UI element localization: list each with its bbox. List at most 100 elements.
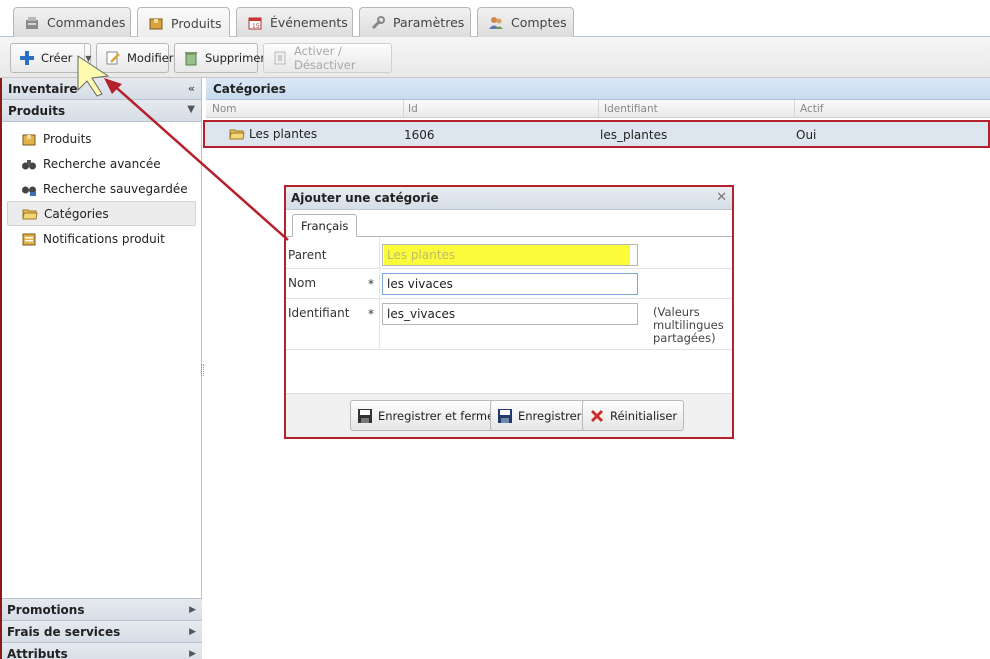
multilingual-note: (Valeurs multilingues partagées) [653, 305, 724, 345]
grid-header: Nom Id Identifiant Actif [206, 100, 990, 118]
users-icon [488, 15, 504, 31]
triangle-right-icon: ▶ [189, 626, 196, 637]
saved-search-icon [21, 181, 37, 197]
identifier-label: Identifiant [288, 306, 350, 320]
sidebar-item-produits[interactable]: Produits [7, 126, 196, 151]
sidebar-item-recherche-sauvegardee[interactable]: Recherche sauvegardée [7, 176, 196, 201]
close-icon[interactable]: ✕ [716, 190, 727, 205]
identifier-field[interactable]: les_vivaces [382, 303, 638, 325]
triangle-down-icon[interactable]: ▼ [187, 104, 195, 115]
cell-identifier: les_plantes [600, 128, 668, 142]
save-button[interactable]: Enregistrer [490, 400, 589, 431]
language-tabs: Français [286, 210, 732, 237]
column-header-id[interactable]: Id [408, 103, 418, 115]
cash-register-icon [24, 15, 40, 31]
name-row: Nom * les vivaces [286, 269, 732, 299]
parent-field: Les plantes [382, 244, 638, 266]
save-close-label: Enregistrer et fermer [378, 408, 499, 423]
tab-francais[interactable]: Français [292, 214, 358, 237]
box-icon [148, 15, 164, 31]
column-header-identifiant[interactable]: Identifiant [604, 103, 658, 115]
dialog-title-bar: Ajouter une catégorie ✕ [286, 187, 732, 210]
splitter-handle[interactable] [201, 364, 204, 376]
sidebar-section-frais[interactable]: Frais de services ▶ [2, 620, 202, 642]
sidebar-item-label: Catégories [44, 206, 109, 221]
products-section-header[interactable]: Produits ▼ [2, 100, 201, 122]
required-mark: * [368, 277, 374, 291]
save-icon [357, 408, 373, 424]
save-close-button[interactable]: Enregistrer et fermer [350, 400, 506, 431]
tab-commandes[interactable]: Commandes [13, 7, 131, 37]
delete-label: Supprimer [205, 51, 266, 65]
create-label: Créer [41, 51, 73, 65]
sidebar-item-label: Notifications produit [43, 231, 165, 246]
box-icon [21, 131, 37, 147]
save-label: Enregistrer [518, 408, 582, 423]
plus-icon [19, 50, 35, 66]
sidebar-section-attributs[interactable]: Attributs ▶ [2, 642, 202, 659]
reset-button[interactable]: Réinitialiser [582, 400, 685, 431]
parent-row: Parent Les plantes [286, 237, 732, 269]
tab-evenements[interactable]: 15 Événements [236, 7, 353, 37]
toggle-label: Activer / Désactiver [294, 44, 356, 72]
dialog-title: Ajouter une catégorie [291, 191, 439, 205]
toggle-icon [272, 50, 288, 66]
sidebar-item-label: Recherche sauvegardée [43, 181, 188, 196]
toggle-active-button[interactable]: Activer / Désactiver [263, 43, 392, 73]
tab-label: Produits [171, 15, 222, 31]
identifier-row: Identifiant * les_vivaces (Valeurs multi… [286, 299, 732, 350]
trash-icon [183, 50, 199, 66]
name-value: les vivaces [387, 277, 453, 291]
name-field[interactable]: les vivaces [382, 273, 638, 295]
sidebar: Inventaire « Produits ▼ Produits Recherc… [0, 78, 202, 659]
cell-active: Oui [796, 128, 817, 142]
notification-icon [21, 231, 37, 247]
binoculars-icon [21, 156, 37, 172]
svg-text:15: 15 [252, 23, 260, 30]
cursor-icon [77, 55, 110, 97]
tab-produits[interactable]: Produits [137, 7, 230, 38]
dialog-footer: Enregistrer et fermer Enregistrer Réinit… [286, 393, 732, 437]
reset-label: Réinitialiser [610, 408, 678, 423]
sidebar-item-categories[interactable]: Catégories [7, 201, 196, 226]
inventory-title: Inventaire [8, 81, 78, 96]
tab-label: Commandes [47, 15, 126, 30]
cell-id: 1606 [404, 128, 435, 142]
top-tab-bar: Commandes Produits 15 Événements Paramèt… [0, 0, 990, 38]
section-label: Attributs [7, 646, 68, 659]
save-icon [497, 408, 513, 424]
modify-label: Modifier [127, 51, 174, 65]
required-mark: * [368, 307, 374, 321]
panel-title: Catégories [206, 78, 990, 100]
identifier-value: les_vivaces [387, 307, 456, 321]
sidebar-section-promotions[interactable]: Promotions ▶ [2, 598, 202, 620]
tab-comptes[interactable]: Comptes [477, 7, 574, 37]
tab-label: Comptes [511, 15, 567, 30]
sidebar-item-recherche-avancee[interactable]: Recherche avancée [7, 151, 196, 176]
products-section-title: Produits [8, 103, 66, 118]
folder-icon [22, 206, 38, 222]
wrench-icon [370, 15, 386, 31]
name-label: Nom [288, 276, 317, 290]
sidebar-item-notifications-produit[interactable]: Notifications produit [7, 226, 196, 251]
column-header-nom[interactable]: Nom [212, 103, 237, 115]
cell-name: Les plantes [249, 127, 318, 141]
delete-button[interactable]: Supprimer [174, 43, 265, 73]
column-header-actif[interactable]: Actif [800, 103, 824, 115]
sidebar-item-label: Produits [43, 131, 92, 146]
parent-label: Parent [288, 248, 327, 262]
section-label: Promotions [7, 602, 85, 617]
table-row[interactable]: Les plantes 1606 les_plantes Oui [203, 120, 990, 148]
tab-label: Événements [270, 15, 348, 30]
triangle-right-icon: ▶ [189, 648, 196, 659]
section-label: Frais de services [7, 624, 121, 639]
folder-icon [229, 126, 245, 145]
add-category-dialog: Ajouter une catégorie ✕ Français Parent … [284, 185, 734, 439]
triangle-right-icon: ▶ [189, 604, 196, 615]
collapse-icon[interactable]: « [188, 82, 195, 95]
tab-label: Paramètres [393, 15, 465, 30]
red-x-icon [589, 408, 605, 424]
parent-value: Les plantes [384, 245, 630, 265]
tab-parametres[interactable]: Paramètres [359, 7, 471, 37]
sidebar-item-label: Recherche avancée [43, 156, 161, 171]
